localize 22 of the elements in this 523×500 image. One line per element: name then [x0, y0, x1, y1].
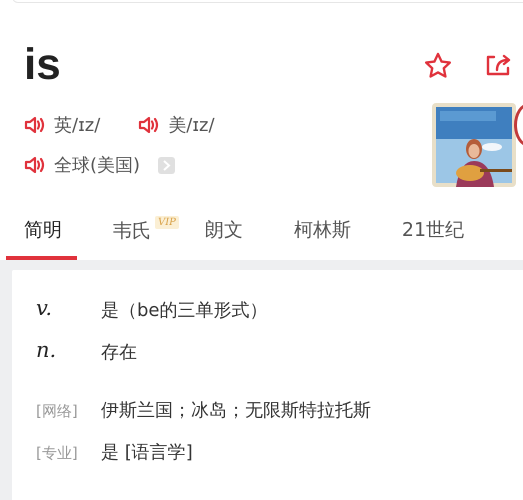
dictionary-tab[interactable]: 韦氏 VIP: [95, 210, 187, 260]
speaker-icon[interactable]: [24, 115, 46, 135]
part-of-speech: n.: [36, 338, 58, 364]
dictionary-tab[interactable]: 21世纪: [384, 210, 480, 260]
source-label: [网络]: [36, 401, 79, 422]
speaker-icon[interactable]: [24, 155, 46, 175]
part-of-speech: v.: [36, 296, 54, 322]
pronunciation-label: 全球(美国): [54, 154, 140, 177]
pronunciation-label: 美/ɪz/: [168, 114, 215, 137]
headword: is: [24, 40, 61, 90]
dictionary-tab[interactable]: 朗文: [186, 210, 258, 260]
definition-text: 是 [语言学]: [101, 441, 194, 465]
speaker-icon[interactable]: [138, 115, 160, 135]
definition-text: 是（be的三单形式）: [101, 299, 268, 323]
definition-text: 存在: [101, 341, 138, 365]
definition-text: 伊斯兰国；冰岛；无限斯特拉托斯: [101, 399, 372, 423]
source-label: [专业]: [36, 443, 79, 464]
dictionary-tab[interactable]: 柯林斯: [276, 210, 366, 260]
share-icon[interactable]: [484, 52, 512, 78]
pronunciation-label: 英/ɪz/: [54, 114, 100, 137]
vip-badge: VIP: [155, 216, 179, 229]
star-icon[interactable]: [424, 52, 452, 78]
